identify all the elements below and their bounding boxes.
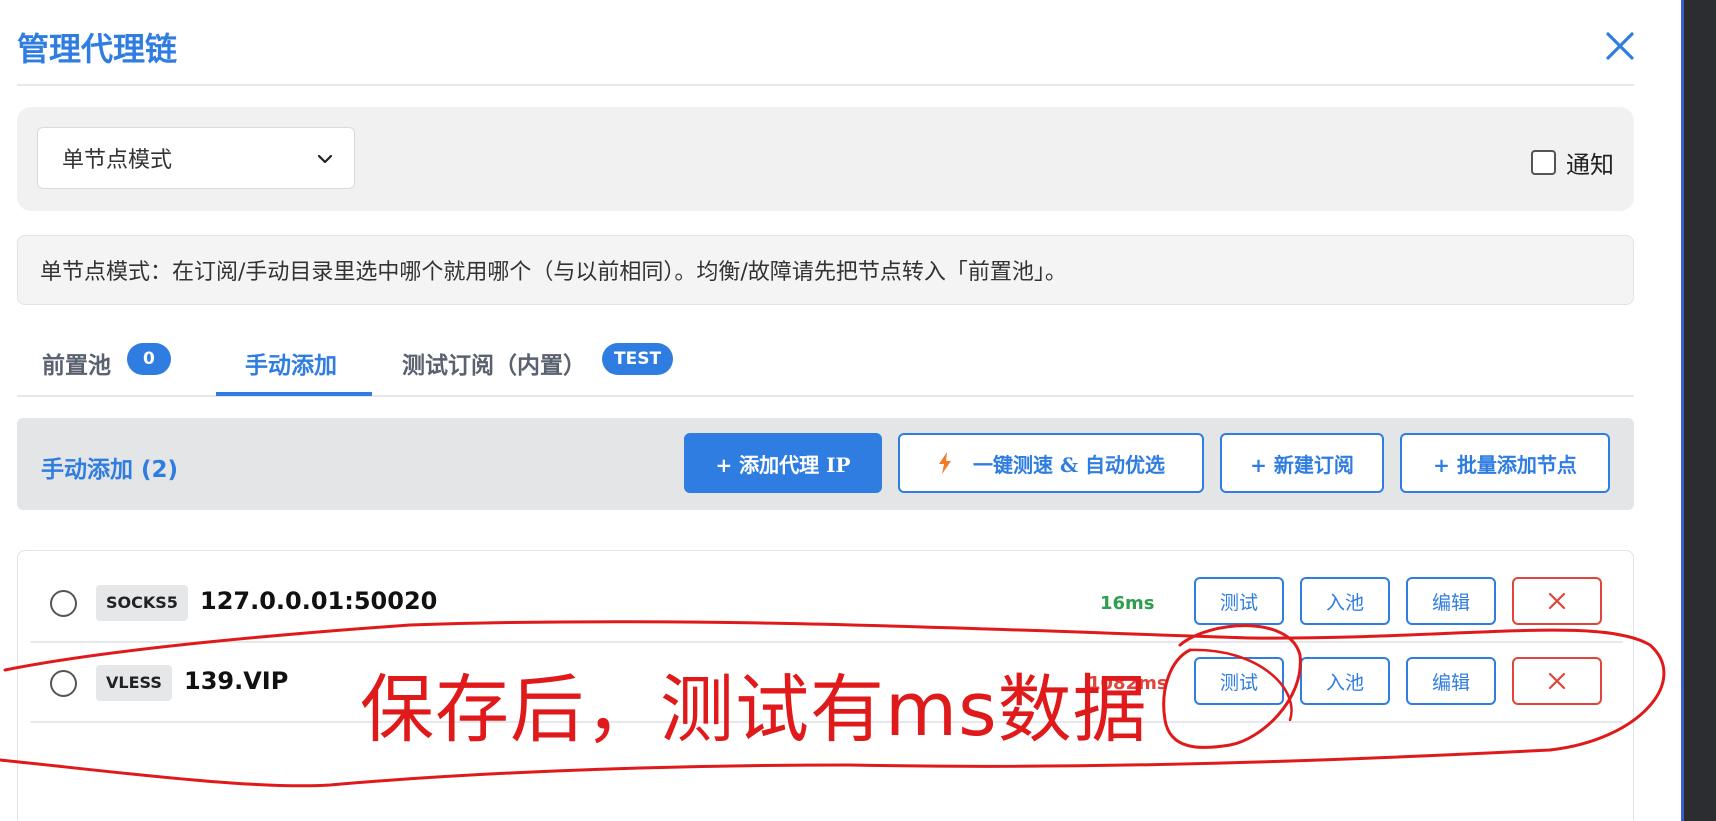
add-to-pool-button[interactable]: 入池: [1300, 657, 1390, 705]
mode-description: 单节点模式：在订阅/手动目录里选中哪个就用哪个（与以前相同）。均衡/故障请先把节…: [17, 235, 1634, 305]
close-icon[interactable]: [1600, 26, 1640, 66]
test-button[interactable]: 测试: [1194, 657, 1284, 705]
front-pool-count-badge: 0: [127, 343, 171, 375]
tab-bar: 前置池 0 手动添加 测试订阅（内置） TEST: [17, 340, 1634, 397]
notify-toggle[interactable]: 通知: [1531, 145, 1614, 180]
background-window: [1681, 0, 1716, 821]
batch-add-button[interactable]: + 批量添加节点: [1400, 433, 1610, 493]
edit-button[interactable]: 编辑: [1406, 577, 1496, 625]
test-button-label: 测试: [1219, 671, 1258, 694]
add-to-pool-label: 入池: [1325, 671, 1364, 694]
mode-select[interactable]: 单节点模式: [37, 127, 355, 189]
speed-test-button[interactable]: 一键测速 & 自动优选: [898, 433, 1204, 493]
tab-manual-add[interactable]: 手动添加: [245, 340, 337, 397]
manual-add-title: 手动添加 (2): [41, 457, 179, 483]
dialog-title: 管理代理链: [17, 30, 178, 68]
edit-button-label: 编辑: [1431, 591, 1470, 614]
close-icon: [1548, 592, 1566, 610]
tab-front-pool-label: 前置池: [42, 353, 111, 379]
add-proxy-ip-label: + 添加代理 IP: [715, 452, 851, 477]
edit-button-label: 编辑: [1431, 671, 1470, 694]
node-radio[interactable]: [50, 670, 77, 697]
mode-panel: 单节点模式 通知: [17, 107, 1634, 211]
close-icon: [1548, 672, 1566, 690]
title-divider: [17, 84, 1634, 86]
add-proxy-ip-button[interactable]: + 添加代理 IP: [684, 433, 882, 493]
test-button-label: 测试: [1219, 591, 1258, 614]
tab-test-subscription[interactable]: 测试订阅（内置） TEST: [402, 340, 674, 397]
new-subscription-button[interactable]: + 新建订阅: [1220, 433, 1384, 493]
add-to-pool-label: 入池: [1325, 591, 1364, 614]
test-button[interactable]: 测试: [1194, 577, 1284, 625]
edit-button[interactable]: 编辑: [1406, 657, 1496, 705]
node-address: 139.VIP: [184, 667, 289, 695]
chevron-down-icon: [317, 154, 333, 164]
protocol-badge: VLESS: [96, 665, 172, 701]
tab-test-subscription-label: 测试订阅（内置）: [402, 353, 586, 379]
tab-front-pool[interactable]: 前置池 0: [42, 340, 171, 397]
batch-add-label: + 批量添加节点: [1433, 452, 1577, 477]
speed-test-label: 一键测速 & 自动优选: [973, 452, 1165, 477]
notify-label: 通知: [1566, 151, 1614, 179]
node-radio[interactable]: [50, 590, 77, 617]
annotation-text: 保存后，测试有ms数据: [360, 667, 1148, 753]
notify-checkbox[interactable]: [1531, 150, 1556, 175]
tab-manual-add-label: 手动添加: [245, 353, 337, 379]
protocol-badge: SOCKS5: [96, 585, 188, 621]
node-address: 127.0.0.01:50020: [200, 587, 438, 615]
new-subscription-label: + 新建订阅: [1250, 452, 1354, 477]
mode-select-value: 单节点模式: [62, 148, 173, 173]
mode-description-text: 单节点模式：在订阅/手动目录里选中哪个就用哪个（与以前相同）。均衡/故障请先把节…: [40, 260, 1067, 285]
delete-button[interactable]: [1512, 577, 1602, 625]
background-window-edge: [1681, 0, 1684, 821]
delete-button[interactable]: [1512, 657, 1602, 705]
node-latency: 16ms: [1100, 593, 1155, 614]
add-to-pool-button[interactable]: 入池: [1300, 577, 1390, 625]
active-tab-indicator: [216, 392, 372, 396]
node-row[interactable]: SOCKS5 127.0.0.01:50020 16ms 测试 入池 编辑: [30, 563, 1623, 643]
lightning-icon: [939, 452, 951, 474]
test-badge: TEST: [602, 343, 674, 375]
manual-add-toolbar: 手动添加 (2) + 添加代理 IP 一键测速 & 自动优选 + 新建订阅 + …: [17, 418, 1634, 510]
